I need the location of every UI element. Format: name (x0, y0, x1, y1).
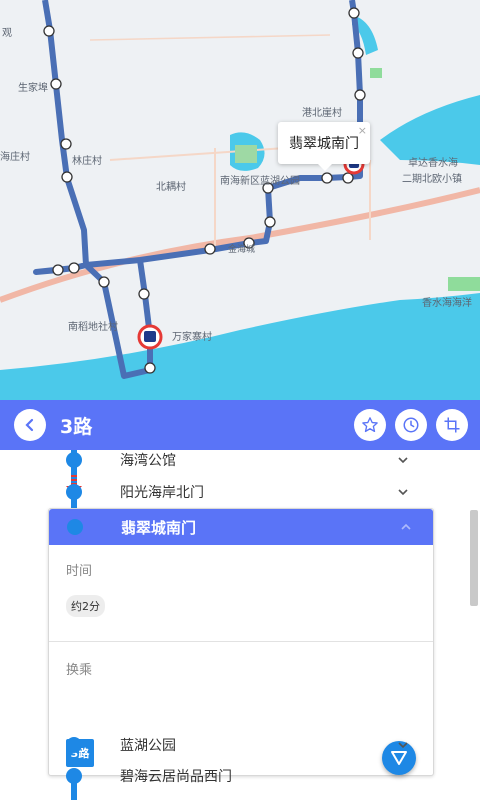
stop-popup-title: 翡翠城南门 (289, 136, 359, 152)
route-map[interactable]: 观 生家埠 海庄村 林庄村 北耦村 港北崖村 南海新区蓝湖公园 卓达香水海 二期… (0, 0, 480, 400)
map-label: 林庄村 (72, 156, 102, 167)
crop-icon (444, 417, 460, 433)
stop-detail-header[interactable]: 翡翠城南门 (49, 509, 433, 545)
stop-dot (67, 519, 83, 535)
map-label: 南稻地社村 (68, 322, 118, 333)
stop-dot (66, 737, 82, 753)
stop-list[interactable]: 海湾公馆 阳光海岸北门 翡翠城南门 时间 约2分 换乘 3路 蓝湖公园 碧海云居… (0, 450, 480, 800)
stop-dot (66, 768, 82, 784)
scrollbar[interactable] (470, 510, 478, 606)
stop-name: 碧海云居尚品西门 (120, 769, 232, 785)
chevron-left-icon (25, 418, 34, 432)
map-label: 卓达香水海 (408, 158, 458, 169)
map-label: 香水海海洋 (422, 298, 472, 309)
stop-popup[interactable]: 翡翠城南门 × (278, 122, 370, 171)
stop-name: 海湾公馆 (120, 453, 176, 469)
back-button[interactable] (14, 409, 46, 441)
route-title: 3路 (60, 415, 93, 438)
map-label: 港北崖村 (302, 108, 342, 119)
star-icon (362, 417, 378, 433)
stop-name: 蓝湖公园 (120, 738, 176, 754)
map-label: 北耦村 (156, 182, 186, 193)
map-label: 二期北欧小镇 (402, 174, 462, 185)
crop-button[interactable] (436, 409, 468, 441)
map-canvas (0, 0, 480, 400)
stop-name: 阳光海岸北门 (120, 485, 204, 501)
chevron-down-icon[interactable] (396, 485, 410, 499)
stop-name: 翡翠城南门 (121, 518, 197, 537)
stop-dot (66, 452, 82, 468)
time-value: 约2分 (66, 595, 105, 617)
close-icon[interactable]: × (358, 124, 367, 137)
map-label: 南海新区蓝湖公园 (220, 176, 300, 187)
stop-item[interactable]: 阳光海岸北门 (0, 477, 440, 507)
map-label: 万家寨村 (172, 332, 212, 343)
map-label: 生家埠 (18, 83, 48, 94)
route-toolbar: 3路 (0, 400, 480, 450)
map-label: 观 (2, 28, 12, 39)
bus-marker-icon[interactable] (137, 324, 163, 350)
clock-icon (403, 417, 419, 433)
schedule-button[interactable] (395, 409, 427, 441)
stop-item[interactable]: 蓝湖公园 (0, 730, 440, 760)
chevron-down-icon[interactable] (396, 738, 410, 752)
favorite-button[interactable] (354, 409, 386, 441)
transfer-label: 换乘 (66, 663, 93, 678)
stop-dot (66, 484, 82, 500)
map-label: 海庄村 (0, 152, 30, 163)
map-label: 金海城 (228, 245, 256, 255)
time-label: 时间 (66, 564, 93, 579)
stop-item[interactable]: 海湾公馆 (0, 450, 440, 475)
stop-item[interactable]: 碧海云居尚品西门 (0, 761, 440, 791)
divider (49, 641, 433, 642)
chevron-up-icon[interactable] (399, 520, 413, 534)
chevron-down-icon[interactable] (396, 453, 410, 467)
